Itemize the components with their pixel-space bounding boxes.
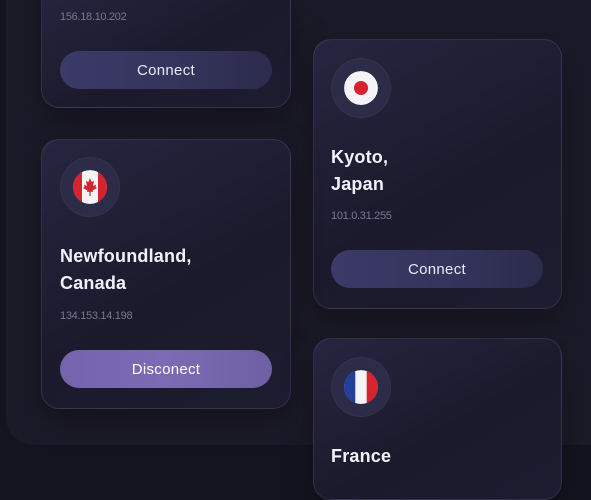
france-flag-icon — [344, 370, 378, 404]
server-location: Kyoto, Japan — [331, 144, 388, 198]
server-country: Japan — [331, 174, 385, 194]
server-card: Kyoto, Japan 101.0.31.255 Connect — [313, 39, 562, 309]
flag-badge — [331, 58, 391, 118]
canada-flag-icon — [73, 170, 107, 204]
server-ip: 156.18.10.202 — [60, 11, 127, 23]
flag-badge — [331, 357, 391, 417]
server-ip: 101.0.31.255 — [331, 210, 392, 222]
server-ip: 134.153.14.198 — [60, 310, 133, 322]
server-card: France — [313, 338, 562, 500]
server-country: Canada — [60, 273, 127, 293]
disconnect-button[interactable]: Disconect — [60, 350, 272, 388]
connect-button[interactable]: Connect — [60, 51, 272, 89]
server-card: Newfoundland, Canada 134.153.14.198 Disc… — [41, 139, 291, 409]
server-card: 156.18.10.202 Connect — [41, 0, 291, 108]
connect-button[interactable]: Connect — [331, 250, 543, 288]
japan-flag-icon — [344, 71, 378, 105]
flag-badge — [60, 157, 120, 217]
server-city: Newfoundland, — [60, 246, 192, 266]
server-city: Kyoto, — [331, 147, 389, 167]
server-location: Newfoundland, Canada — [60, 243, 192, 297]
